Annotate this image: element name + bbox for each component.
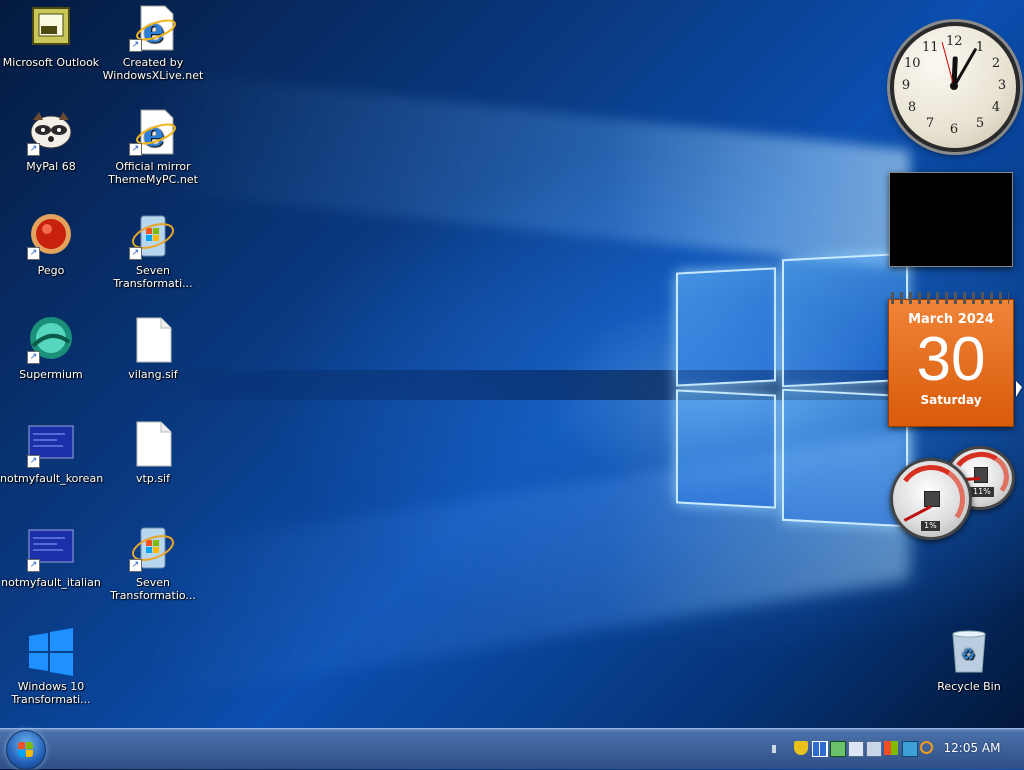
search-icon[interactable] bbox=[920, 741, 933, 754]
calendar-day: 30 bbox=[916, 325, 986, 394]
volume-icon[interactable] bbox=[866, 741, 882, 757]
calendar-gadget[interactable]: March 2024 30 Saturday bbox=[888, 292, 1014, 427]
tray-overflow-icon[interactable] bbox=[772, 745, 776, 753]
desktop-icon-pego[interactable]: Pego bbox=[0, 212, 102, 277]
clock-number: 2 bbox=[991, 56, 1001, 71]
desktop-icon-label: Pego bbox=[37, 264, 65, 277]
start-button[interactable] bbox=[6, 730, 46, 770]
clock-number: 4 bbox=[991, 100, 1001, 115]
cpu-chip-icon bbox=[924, 491, 940, 507]
recycle-bin-icon: ♻ bbox=[945, 628, 993, 676]
flag-icon[interactable] bbox=[884, 741, 898, 755]
mouse-cursor bbox=[1016, 381, 1022, 397]
desktop-icon-thememypc[interactable]: e Official mirror ThemeMyPC.net bbox=[102, 108, 204, 186]
desktop-icon-label: Recycle Bin bbox=[937, 680, 1001, 693]
windows-orb-icon bbox=[18, 742, 34, 758]
document-icon bbox=[129, 420, 177, 468]
cpu-percent: 1% bbox=[921, 521, 940, 531]
mypal-browser-icon bbox=[27, 108, 75, 156]
memory-chip-icon bbox=[974, 467, 988, 483]
clock-number: 6 bbox=[949, 122, 959, 137]
clock-number: 3 bbox=[997, 78, 1007, 93]
svg-text:e: e bbox=[143, 11, 165, 51]
wallpaper-windows-logo bbox=[676, 252, 908, 546]
supermium-icon bbox=[27, 316, 75, 364]
desktop-icon-outlook[interactable]: Microsoft Outlook bbox=[0, 4, 102, 69]
slideshow-gadget[interactable] bbox=[889, 172, 1013, 267]
desktop-icon-label: Microsoft Outlook bbox=[2, 56, 100, 69]
notmyfault-icon bbox=[27, 420, 75, 468]
internet-explorer-icon: e bbox=[129, 4, 177, 52]
internet-explorer-icon: e bbox=[129, 108, 177, 156]
desktop-icon-label: Seven Transformati... bbox=[113, 264, 193, 290]
clock-number: 5 bbox=[975, 116, 985, 131]
clock-gadget[interactable]: 12 1 2 3 4 5 6 7 8 9 10 11 bbox=[890, 22, 1020, 152]
desktop-icon-label: vilang.sif bbox=[128, 368, 178, 381]
clock-number: 11 bbox=[922, 40, 939, 55]
desktop-icon-label: Created by WindowsXLive.net bbox=[102, 56, 204, 82]
desktop-icon-recycle-bin[interactable]: ♻ Recycle Bin bbox=[918, 628, 1020, 693]
document-icon bbox=[129, 316, 177, 364]
notmyfault-icon bbox=[27, 524, 75, 572]
desktop-icon-label: MyPal 68 bbox=[26, 160, 76, 173]
clock-number: 12 bbox=[946, 34, 963, 49]
calendar-rings bbox=[891, 292, 1009, 304]
desktop-icon-seven-transformation-1[interactable]: Seven Transformati... bbox=[102, 212, 204, 290]
memory-percent: 11% bbox=[970, 487, 994, 497]
desktop-icon-label: vtp.sif bbox=[136, 472, 170, 485]
taskbar-clock[interactable]: 12:05 AM bbox=[940, 741, 1004, 755]
tablet-icon[interactable] bbox=[902, 741, 918, 757]
desktop-icon-notmyfault-korean[interactable]: notmyfault_korean bbox=[0, 420, 104, 485]
svg-text:♻: ♻ bbox=[961, 645, 975, 664]
desktop-icon-label: notmyfault_korean bbox=[0, 472, 104, 485]
security-shield-icon[interactable] bbox=[794, 741, 808, 755]
installer-icon bbox=[129, 212, 177, 260]
svg-text:e: e bbox=[143, 115, 165, 155]
desktop-icon-label: Official mirror ThemeMyPC.net bbox=[108, 160, 198, 186]
desktop-icon-mypal[interactable]: MyPal 68 bbox=[0, 108, 102, 173]
network-icon[interactable] bbox=[812, 741, 828, 757]
desktop-icon-label: notmyfault_italian bbox=[1, 576, 101, 589]
cpu-gauge: 1% bbox=[890, 458, 972, 540]
desktop-icon-windowsxlive[interactable]: e Created by WindowsXLive.net bbox=[102, 4, 204, 82]
windows-logo-icon bbox=[27, 628, 75, 676]
desktop-icon-windows10-transformation[interactable]: Windows 10 Transformati... bbox=[0, 628, 102, 706]
clock-number: 9 bbox=[901, 78, 911, 93]
taskbar: 12:05 AM bbox=[0, 728, 1024, 770]
clock-number: 7 bbox=[925, 116, 935, 131]
outlook-icon bbox=[27, 4, 75, 52]
desktop-icon-label: Supermium bbox=[19, 368, 83, 381]
clock-number: 10 bbox=[904, 56, 921, 71]
wallpaper-light-beam bbox=[150, 70, 910, 270]
desktop-icon-notmyfault-italian[interactable]: notmyfault_italian bbox=[0, 524, 102, 589]
calendar-weekday: Saturday bbox=[920, 393, 982, 407]
desktop-icon-vilang-sif[interactable]: vilang.sif bbox=[102, 316, 204, 381]
installer-icon bbox=[129, 524, 177, 572]
clock-number: 8 bbox=[907, 100, 917, 115]
desktop-icon-supermium[interactable]: Supermium bbox=[0, 316, 102, 381]
monitor-icon[interactable] bbox=[848, 741, 864, 757]
desktop-icon-seven-transformation-2[interactable]: Seven Transformatio... bbox=[102, 524, 204, 602]
clock-center-pin bbox=[950, 82, 958, 90]
pego-icon bbox=[27, 212, 75, 260]
display-icon[interactable] bbox=[830, 741, 846, 757]
desktop-icon-label: Windows 10 Transformati... bbox=[11, 680, 91, 706]
desktop-icon-vtp-sif[interactable]: vtp.sif bbox=[102, 420, 204, 485]
desktop-icon-label: Seven Transformatio... bbox=[110, 576, 196, 602]
